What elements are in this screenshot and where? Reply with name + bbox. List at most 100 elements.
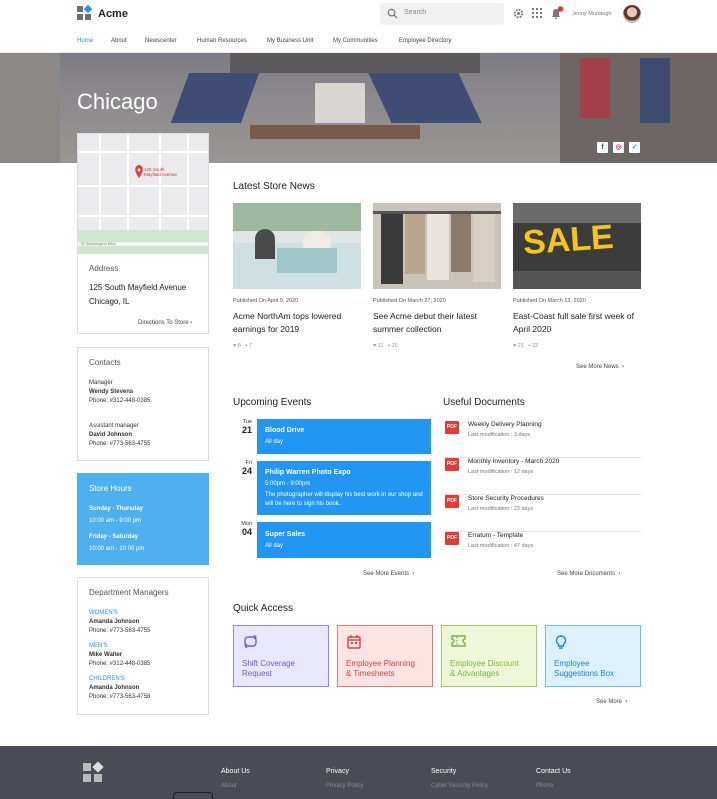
quick-access-employee-discount[interactable]: Employee Discount & Advantages [441,625,537,687]
footer-logo-icon[interactable] [83,761,104,783]
footer-link[interactable]: Cyber Security Policy [431,783,488,789]
gear-icon[interactable] [513,8,524,19]
address-heading: Address [89,264,119,273]
document-item[interactable]: PDF Weekly Delivery Planning Last modifi… [443,421,641,458]
twitter-icon[interactable]: ✓ [629,142,640,153]
main-nav: Home About Newscenter Human Resources My… [0,30,717,53]
news-image[interactable] [373,203,501,289]
comment-icon[interactable]: ▪ [529,343,531,349]
apps-grid-icon[interactable] [532,8,542,18]
documents-heading: Useful Documents [443,397,525,408]
dept-label: MEN'S [89,643,108,649]
department-managers-heading: Department Managers [89,588,169,597]
dept-manager-phone[interactable]: Phone: #312-448-0385 [89,660,150,669]
quick-access-employee-planning[interactable]: Employee Planning & Timesheets [337,625,433,687]
comment-icon[interactable]: ▪ [388,343,390,349]
news-published: Published On March 13, 2020 [513,298,586,304]
quick-access-label-2: & Advantages [450,669,500,678]
dept-manager-phone[interactable]: Phone: #773-563-4758 [89,693,150,702]
news-title[interactable]: Acme NorthAm tops lowered earnings for 2… [233,310,361,336]
hours-time: 10:00 am - 10:00 pm [89,546,145,552]
lightbulb-icon [555,635,567,649]
like-icon[interactable]: ♥ [233,343,236,349]
news-title[interactable]: See Acme debut their latest summer colle… [373,310,501,336]
brand-name[interactable]: Acme [98,8,128,20]
event-day: 21 [241,425,252,435]
dept-manager-phone[interactable]: Phone: #773-563-4755 [89,627,150,636]
news-published: Published On March 27, 2020 [373,298,446,304]
footer-heading: Security [431,768,457,775]
footer: About Us About Privacy Privacy Policy Se… [0,746,717,799]
chevron-right-icon: › [412,571,415,577]
facebook-icon[interactable]: f [597,142,608,153]
pdf-icon: PDF [445,495,459,508]
search-input[interactable]: Search [380,3,504,25]
event-card[interactable]: Super Sales All day [257,522,431,558]
news-title[interactable]: East-Coast full sale first week of April… [513,310,641,336]
chevron-right-icon: › [190,320,193,326]
chevron-right-icon: › [618,571,621,577]
hours-days: Sunday - Thursday [89,506,144,512]
contact-phone[interactable]: Phone: #773-563-4755 [89,440,150,449]
nav-item-about[interactable]: About [111,38,127,44]
contacts-heading: Contacts [89,358,121,367]
event-card[interactable]: Blood Drive All day [257,419,431,454]
avatar[interactable] [623,5,641,23]
directions-link[interactable]: Directions To Store › [138,320,192,326]
see-more-news-label: See More News [576,364,619,370]
news-heading: Latest Store News [233,181,315,192]
footer-link[interactable]: About [221,783,237,789]
instagram-icon[interactable]: ◎ [613,142,624,153]
quick-access-label-2: Suggestions Box [554,669,615,678]
user-name[interactable]: Jenny Murtaugh [572,11,611,17]
footer-link[interactable]: Phone [536,783,553,789]
footer-link[interactable]: Privacy Policy [326,783,363,789]
nav-item-my-business-unit[interactable]: My Business Unit [267,38,313,44]
quick-access-label-2: & Timesheets [346,669,395,678]
quick-access-label: Employee Planning [346,659,415,668]
quick-access-label: Employee [554,659,590,668]
comment-icon[interactable]: ▪ [245,343,247,349]
nav-item-human-resources[interactable]: Human Resources [197,38,247,44]
like-count: 11 [377,343,384,349]
like-icon[interactable]: ♥ [373,343,376,349]
quick-access-suggestions-box[interactable]: Employee Suggestions Box [545,625,641,687]
see-more-events-link[interactable]: See More Events › [363,571,414,577]
like-icon[interactable]: ♥ [513,343,516,349]
events-heading: Upcoming Events [233,397,312,408]
quick-access-label-2: Request [242,669,272,678]
contact-phone[interactable]: Phone: #312-448-0385 [89,397,150,406]
comment-count: 32 [532,343,539,349]
document-meta: Last modification : 12 days [468,469,534,475]
see-more-documents-link[interactable]: See More Documents › [557,571,620,577]
event-card[interactable]: Philip Warren Photo Expo 5:00pm - 9:00pm… [257,461,431,515]
quick-access-shift-coverage[interactable]: Shift Coverage Request [233,625,329,687]
notification-bell-icon[interactable] [550,6,564,20]
news-published: Published On April 9, 2020 [233,298,299,304]
document-item[interactable]: PDF Monthly Inventory - March 2020 Last … [443,458,641,495]
see-more-quick-access-link[interactable]: See More › [596,699,627,705]
quick-access-label: Shift Coverage [242,659,295,668]
contact-name: David Johnson [89,432,133,438]
event-time: 5:00pm - 9:00pm [265,481,311,487]
news-image[interactable]: SALE [513,203,641,289]
footer-heading: About Us [221,768,250,775]
search-icon [387,8,398,19]
like-count: 8 [237,343,241,349]
see-more-news-link[interactable]: See More News › [576,364,624,370]
nav-item-home[interactable]: Home [77,38,93,44]
calendar-icon [347,635,361,649]
search-placeholder: Search [404,9,427,16]
document-item[interactable]: PDF Erratum - Template Last modification… [443,532,641,569]
nav-item-employee-directory[interactable]: Employee Directory [399,38,451,44]
store-map[interactable]: W Washington Blvd 125 South Mayfield Ave… [78,134,208,254]
document-item[interactable]: PDF Store Security Procedures Last modif… [443,495,641,532]
nav-item-newscenter[interactable]: Newscenter [145,38,177,44]
nav-item-my-communities[interactable]: My Communities [333,38,378,44]
dept-label: CHILDREN'S [89,676,125,682]
acme-logo-icon[interactable] [77,4,93,21]
news-image[interactable] [233,203,361,289]
footer-button[interactable] [173,792,213,799]
pdf-icon: PDF [445,458,459,471]
document-title: Store Security Procedures [468,495,544,502]
